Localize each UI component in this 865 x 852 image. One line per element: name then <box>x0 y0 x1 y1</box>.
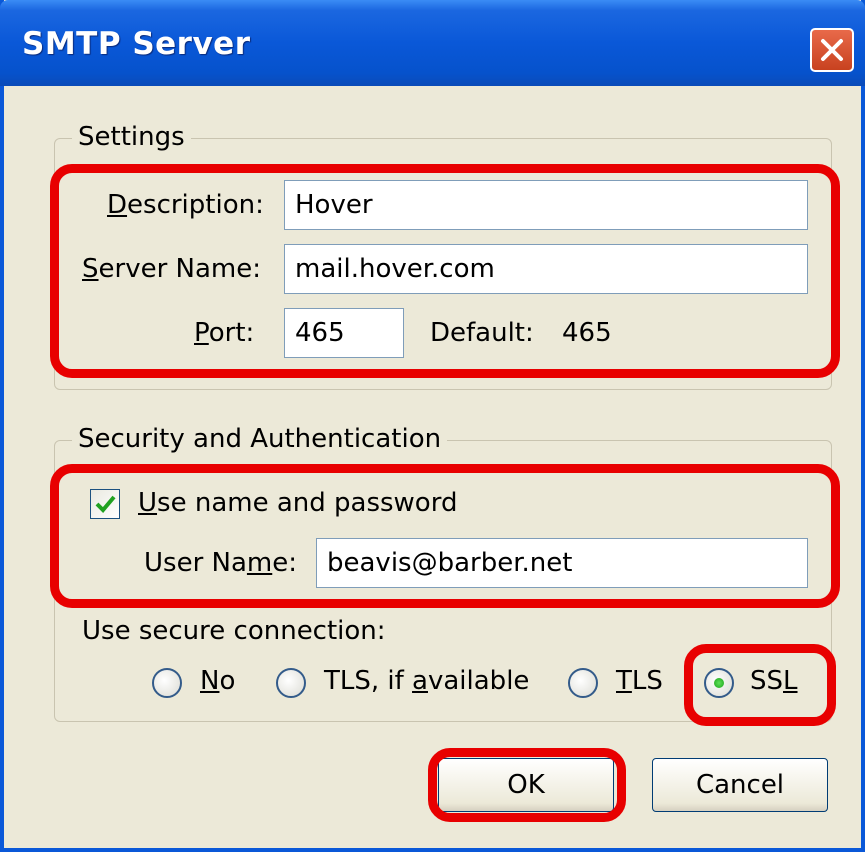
ok-button[interactable]: OK <box>438 758 614 812</box>
dialog-title: SMTP Server <box>22 26 251 62</box>
server-name-label: Server Name: <box>82 254 262 284</box>
smtp-server-dialog: SMTP Server Settings Description: Hover … <box>0 0 865 852</box>
radio-ssl[interactable] <box>704 668 734 698</box>
port-field[interactable]: 465 <box>284 308 404 358</box>
radio-tls-label[interactable]: TLS <box>616 666 663 696</box>
use-name-password-label[interactable]: Use name and password <box>138 488 457 518</box>
radio-tls[interactable] <box>568 668 598 698</box>
use-name-password-checkbox[interactable] <box>90 489 120 519</box>
description-field[interactable]: Hover <box>284 180 808 230</box>
checkmark-icon <box>95 495 116 513</box>
cancel-button[interactable]: Cancel <box>652 758 828 812</box>
radio-no[interactable] <box>152 668 182 698</box>
default-port-label: Default: <box>430 318 534 348</box>
username-label: User Name: <box>144 548 298 578</box>
default-port-value: 465 <box>562 318 612 348</box>
username-field[interactable]: beavis@barber.net <box>316 538 808 588</box>
secure-connection-label: Use secure connection: <box>82 616 386 646</box>
security-legend: Security and Authentication <box>72 424 448 454</box>
port-label: Port: <box>194 318 255 348</box>
close-button[interactable] <box>810 28 854 72</box>
description-label: Description: <box>107 190 264 220</box>
server-name-field[interactable]: mail.hover.com <box>284 244 808 294</box>
title-bar: SMTP Server <box>0 0 865 86</box>
radio-tls-if-available[interactable] <box>276 668 306 698</box>
radio-ssl-label[interactable]: SSL <box>750 666 798 696</box>
radio-no-label[interactable]: No <box>200 666 235 696</box>
radio-selected-dot <box>714 678 724 688</box>
radio-tls-if-available-label[interactable]: TLS, if available <box>324 666 529 696</box>
close-icon <box>821 39 843 61</box>
settings-legend: Settings <box>72 122 191 152</box>
